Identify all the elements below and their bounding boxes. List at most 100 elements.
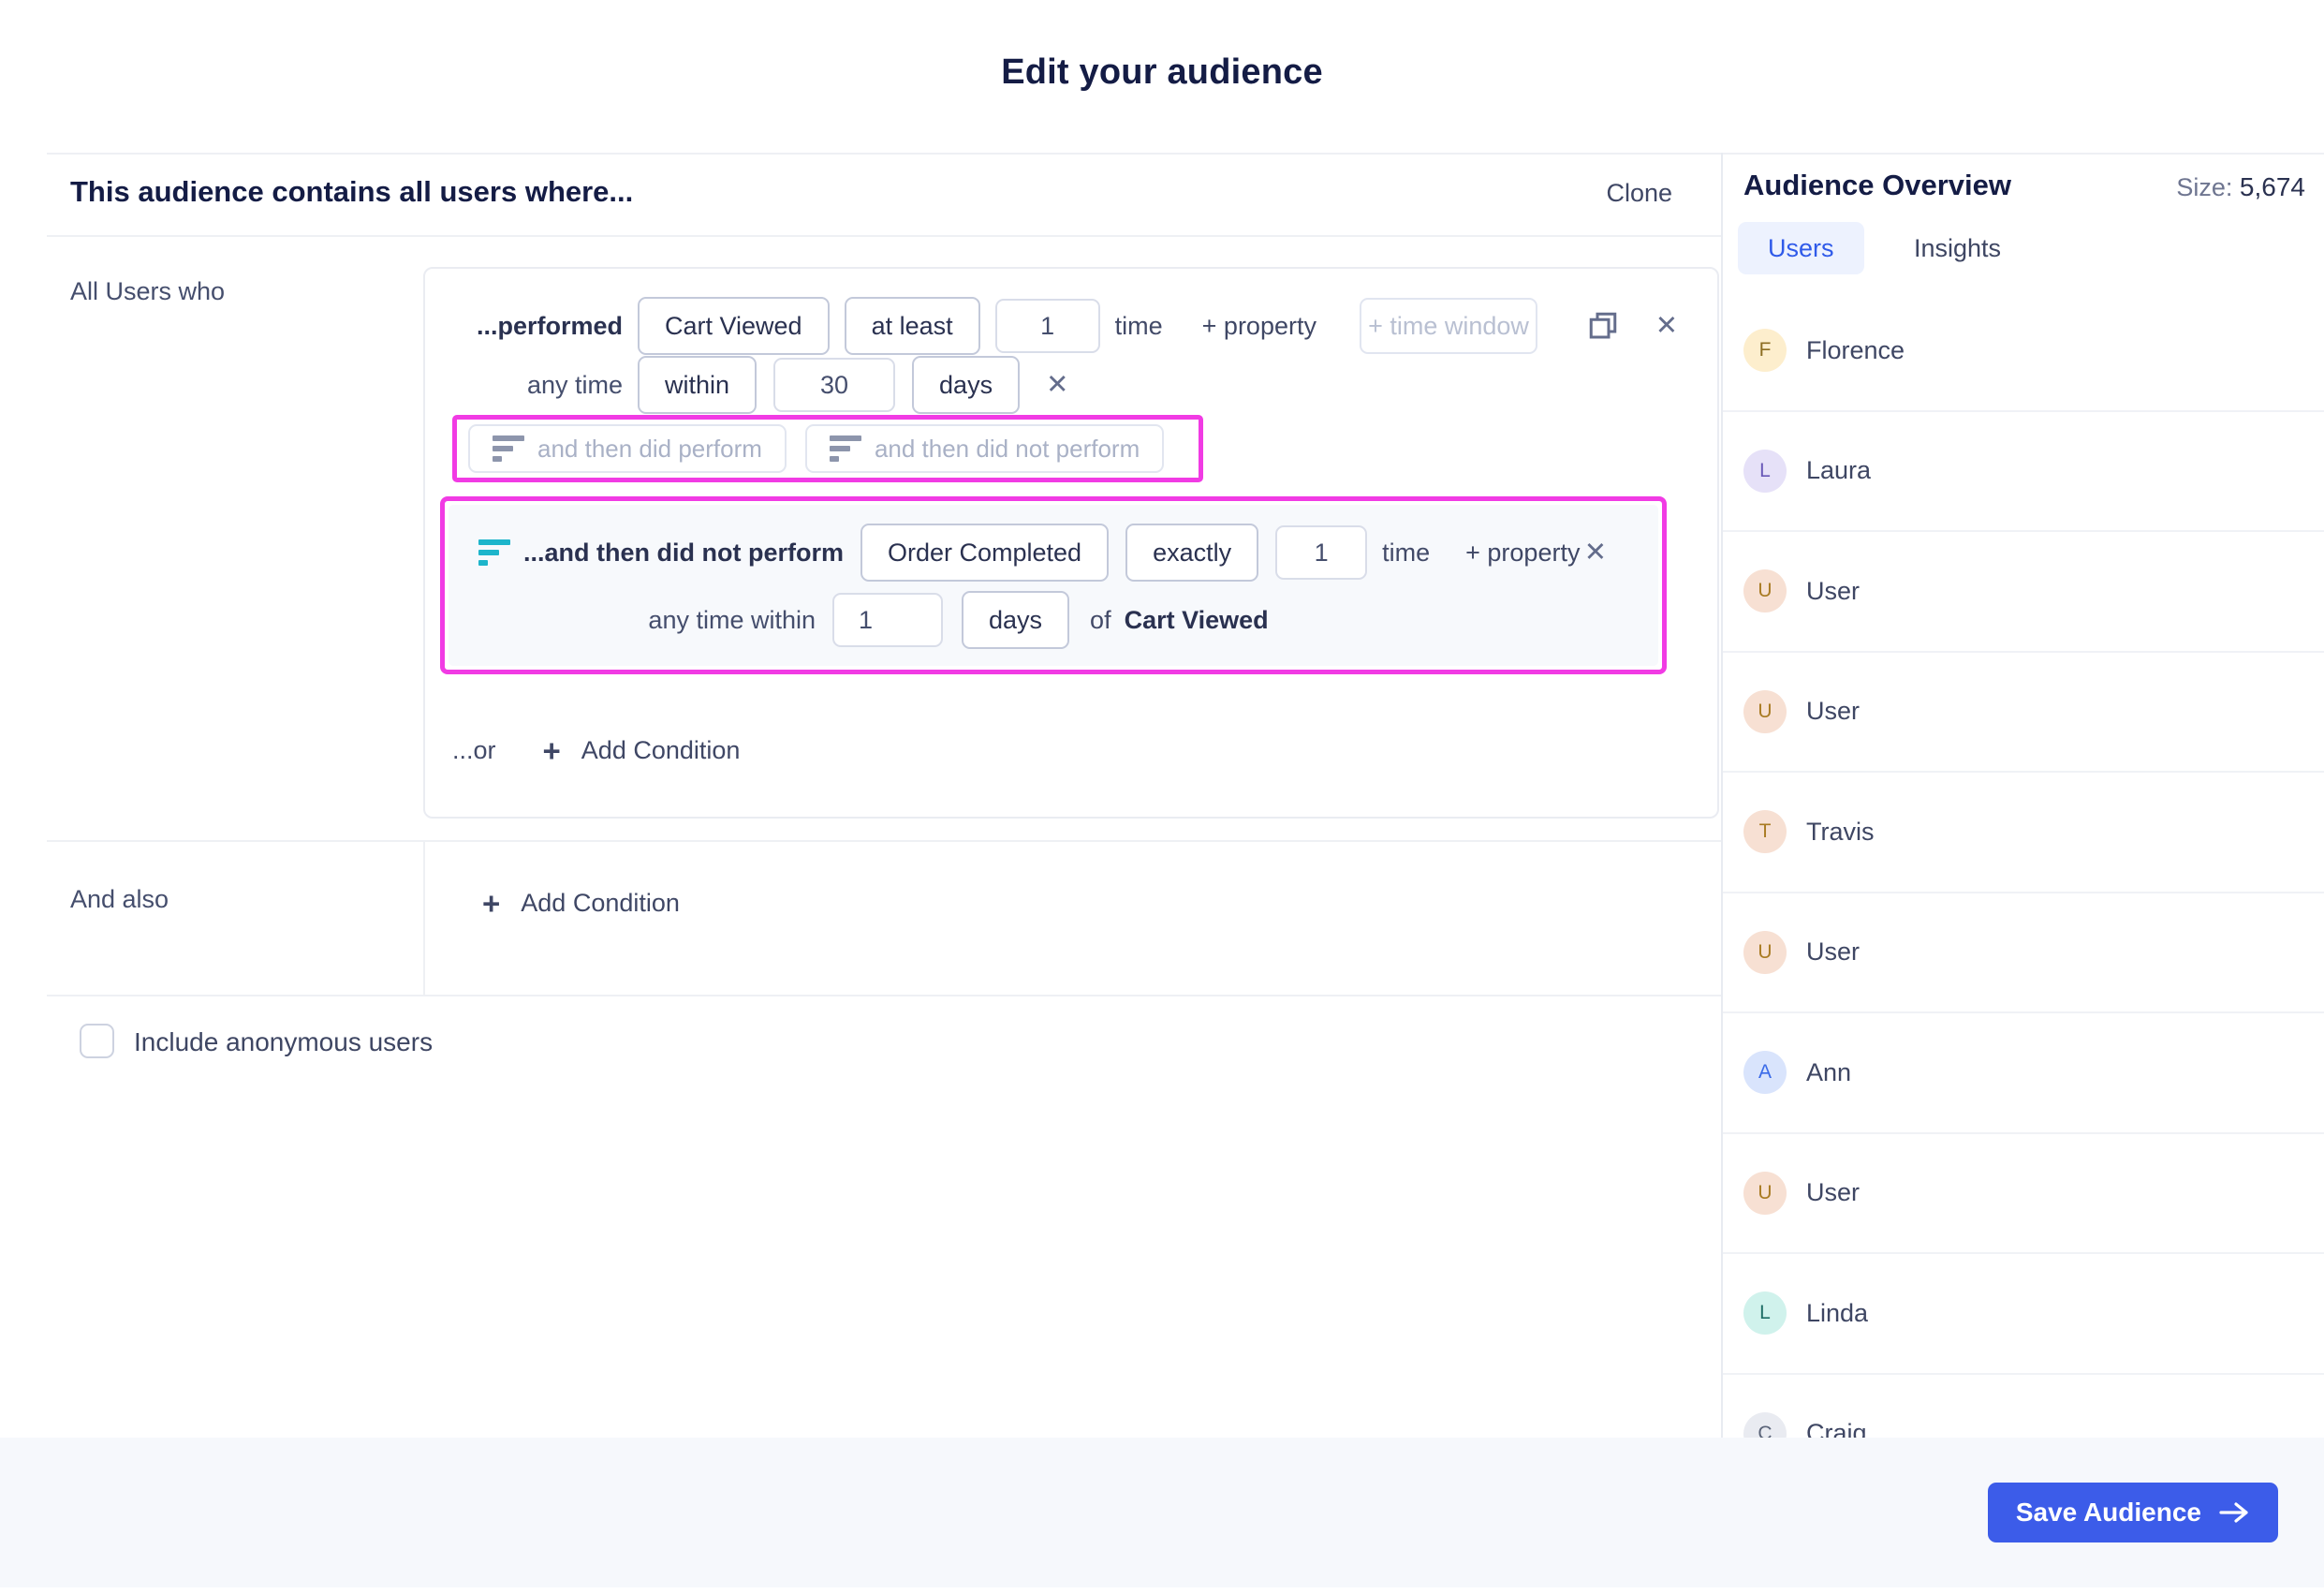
filter-icon xyxy=(829,435,861,462)
within-select[interactable]: within xyxy=(638,356,758,414)
avatar: A xyxy=(1743,1051,1787,1095)
add-condition-label: Add Condition xyxy=(521,889,680,917)
audience-editor: Edit your audience This audience contain… xyxy=(0,0,2324,1594)
add-condition-button-2[interactable]: + Add Condition xyxy=(482,888,680,919)
subcondition-row-2: any time within days of Cart Viewed xyxy=(449,591,1658,649)
page-title: Edit your audience xyxy=(1001,52,1323,92)
include-anonymous-checkbox[interactable] xyxy=(80,1024,114,1058)
avatar: U xyxy=(1743,930,1787,974)
avatar: F xyxy=(1743,329,1787,373)
count-input[interactable] xyxy=(994,299,1100,353)
performed-label: ...performed xyxy=(476,311,623,340)
avatar: L xyxy=(1743,449,1787,493)
list-item[interactable]: F Florence xyxy=(1723,291,2324,412)
and-also-label: And also xyxy=(70,885,169,913)
list-item[interactable]: T Travis xyxy=(1723,773,2324,893)
arrow-right-icon xyxy=(2219,1502,2248,1523)
sub-count-input[interactable] xyxy=(1275,525,1368,580)
include-anonymous-label: Include anonymous users xyxy=(134,1027,434,1056)
add-property-button[interactable]: + property xyxy=(1202,312,1316,341)
section-divider xyxy=(47,995,1721,996)
list-item[interactable]: U User xyxy=(1723,893,2324,1013)
avatar: U xyxy=(1743,569,1787,613)
time-label: time xyxy=(1114,311,1163,340)
sub-time-label: time xyxy=(1382,538,1431,567)
user-name: Craig xyxy=(1806,1419,1867,1438)
subcondition-row-1: ...and then did not perform Order Comple… xyxy=(449,524,1658,582)
user-name: Laura xyxy=(1806,456,1872,485)
days-count-input[interactable] xyxy=(773,358,896,412)
size-value: 5,674 xyxy=(2239,172,2305,201)
condition-row-1: ...performed Cart Viewed at least time +… xyxy=(426,297,1714,355)
subcondition-card: ...and then did not perform Order Comple… xyxy=(449,505,1658,666)
remove-subcondition-icon[interactable]: ✕ xyxy=(1584,539,1607,567)
avatar: C xyxy=(1743,1411,1787,1438)
avatar: U xyxy=(1743,689,1787,733)
panel-title: This audience contains all users where..… xyxy=(70,175,634,208)
remove-condition-icon[interactable]: ✕ xyxy=(1655,312,1678,340)
user-name: Florence xyxy=(1806,335,1905,364)
list-item[interactable]: L Linda xyxy=(1723,1254,2324,1375)
and-also-divider xyxy=(423,840,425,995)
user-name: User xyxy=(1806,1178,1861,1207)
sub-event-select[interactable]: Order Completed xyxy=(860,524,1110,582)
sub-unit-select[interactable]: days xyxy=(962,591,1070,649)
size-label: Size: xyxy=(2176,173,2233,201)
user-name: Linda xyxy=(1806,1298,1869,1327)
highlight-then-actions: and then did perform and then did not pe… xyxy=(452,415,1203,482)
did-not-perform-label: ...and then did not perform xyxy=(523,538,844,567)
user-name: User xyxy=(1806,576,1861,605)
main-panel-header: This audience contains all users where..… xyxy=(47,155,1721,237)
section-divider xyxy=(47,840,1721,842)
event-select[interactable]: Cart Viewed xyxy=(638,297,830,355)
avatar: L xyxy=(1743,1291,1787,1336)
add-condition-label: Add Condition xyxy=(581,735,741,764)
plus-icon: + xyxy=(482,886,501,921)
footer-bar: Save Audience xyxy=(0,1438,2324,1587)
time-window-input[interactable] xyxy=(1359,298,1537,354)
user-name: Travis xyxy=(1806,817,1875,846)
any-time-label: any time xyxy=(526,370,623,399)
and-then-did-not-perform-button[interactable]: and then did not perform xyxy=(804,424,1165,473)
tab-insights[interactable]: Insights xyxy=(1903,222,2012,274)
list-item[interactable]: L Laura xyxy=(1723,412,2324,532)
and-then-did-perform-button[interactable]: and then did perform xyxy=(468,424,787,473)
and-then-did-perform-label: and then did perform xyxy=(537,434,762,463)
audience-size: Size: 5,674 xyxy=(2176,172,2305,202)
sub-add-property-button[interactable]: + property xyxy=(1465,539,1580,568)
list-item[interactable]: U User xyxy=(1723,532,2324,653)
operator-select[interactable]: at least xyxy=(844,297,980,355)
list-item[interactable]: U User xyxy=(1723,1134,2324,1254)
unit-select[interactable]: days xyxy=(912,356,1021,414)
tab-users[interactable]: Users xyxy=(1738,222,1864,274)
user-list: F Florence L Laura U User U User T Travis U User A An… xyxy=(1723,291,2324,1438)
sub-window-input[interactable] xyxy=(832,593,943,647)
save-audience-label: Save Audience xyxy=(2015,1498,2201,1527)
or-add-condition-row: ...or + Add Condition xyxy=(452,726,740,775)
avatar: U xyxy=(1743,1171,1787,1215)
avatar: T xyxy=(1743,810,1787,854)
duplicate-condition-icon[interactable] xyxy=(1586,309,1620,343)
or-label: ...or xyxy=(452,735,496,764)
sequence-filter-icon xyxy=(478,539,510,566)
of-label: of xyxy=(1090,605,1111,634)
clone-button[interactable]: Clone xyxy=(1606,179,1672,208)
list-item[interactable]: U User xyxy=(1723,653,2324,773)
filter-icon xyxy=(493,435,524,462)
user-name: Ann xyxy=(1806,1057,1852,1086)
remove-time-window-icon[interactable]: ✕ xyxy=(1046,371,1068,399)
add-condition-button[interactable]: + Add Condition xyxy=(543,735,741,766)
list-item[interactable]: C Craig xyxy=(1723,1375,2324,1438)
plus-icon: + xyxy=(542,732,561,768)
any-time-within-label: any time within xyxy=(648,605,816,634)
list-item[interactable]: A Ann xyxy=(1723,1013,2324,1134)
all-users-who-label: All Users who xyxy=(70,277,226,305)
condition-row-2: any time within days ✕ xyxy=(426,356,1714,414)
audience-overview-title: Audience Overview xyxy=(1743,169,2012,201)
user-name: User xyxy=(1806,697,1861,726)
save-audience-button[interactable]: Save Audience xyxy=(1987,1483,2278,1542)
and-then-did-not-perform-label: and then did not perform xyxy=(874,434,1140,463)
sub-operator-select[interactable]: exactly xyxy=(1125,524,1259,582)
reference-event-label: Cart Viewed xyxy=(1124,605,1269,634)
highlight-subcondition: ...and then did not perform Order Comple… xyxy=(440,496,1667,674)
